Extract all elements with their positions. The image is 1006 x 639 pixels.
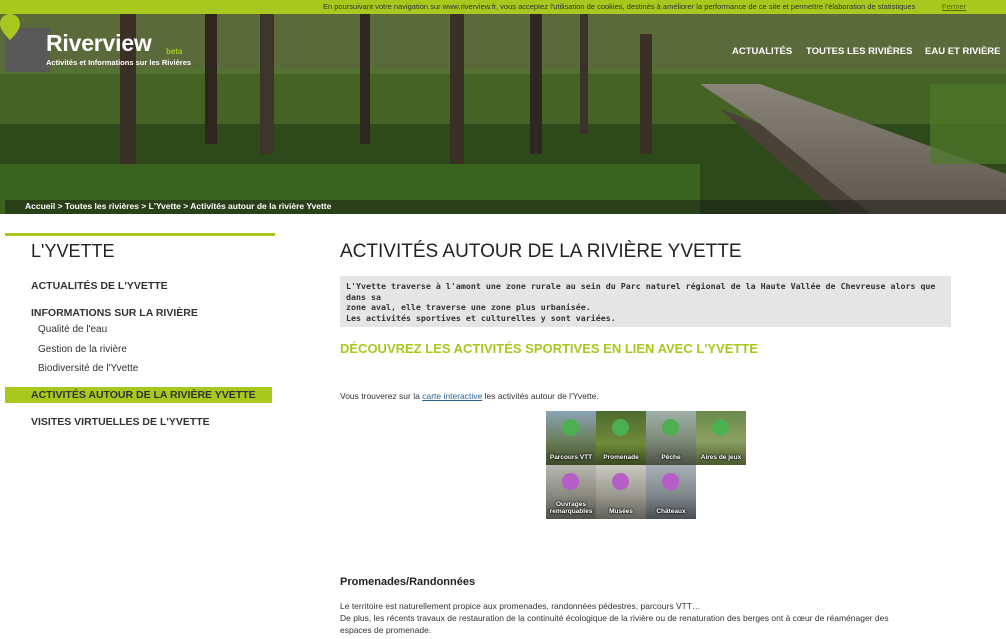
section-title: DÉCOUVREZ LES ACTIVITÉS SPORTIVES EN LIE… <box>340 341 758 356</box>
cookie-close-link[interactable]: Fermer <box>942 0 966 14</box>
paragraph-line-3: espaces de promenade. <box>340 625 432 635</box>
tile-label: Pêche <box>661 454 681 461</box>
tile-parcours-vtt[interactable]: Parcours VTT <box>546 411 596 465</box>
intro-line-3: Les activités sportives et culturelles y… <box>346 312 616 323</box>
fishing-hook-icon <box>662 419 679 436</box>
activity-tiles-grid: Parcours VTT Promenade Pêche Aires de je… <box>546 411 746 519</box>
sidebar-item-qualite-eau[interactable]: Qualité de l'eau <box>38 324 107 335</box>
sidebar-item-activites[interactable]: ACTIVITÉS AUTOUR DE LA RIVIÈRE YVETTE <box>31 389 256 401</box>
intro-line-2: zone aval, elle traverse une zone plus u… <box>346 302 591 312</box>
museum-icon <box>612 473 629 490</box>
basket-icon <box>612 419 629 436</box>
tile-label: Aires de jeux <box>700 454 742 461</box>
interactive-map-link[interactable]: carte interactive <box>422 391 482 401</box>
brand-name[interactable]: Riverview <box>46 30 152 57</box>
tile-peche[interactable]: Pêche <box>646 411 696 465</box>
nav-actualites[interactable]: ACTUALITÉS <box>732 46 792 57</box>
breadcrumb-text[interactable]: Accueil > Toutes les rivières > L'Yvette… <box>25 201 331 211</box>
page-title: ACTIVITÉS AUTOUR DE LA RIVIÈRE YVETTE <box>340 241 742 262</box>
tile-label: Ouvrages remarquables <box>549 501 593 515</box>
nav-toutes-les-rivieres[interactable]: TOUTES LES RIVIÈRES <box>806 46 912 57</box>
nav-eau-et-riviere[interactable]: EAU ET RIVIÈRE <box>925 46 1001 57</box>
tile-label: Châteaux <box>656 508 686 515</box>
tile-aires-de-jeux[interactable]: Aires de jeux <box>696 411 746 465</box>
map-pin-icon <box>0 14 20 40</box>
sidebar-item-visites-virtuelles[interactable]: VISITES VIRTUELLES DE L'YVETTE <box>31 416 210 428</box>
tile-label: Parcours VTT <box>549 454 593 461</box>
sidebar-item-gestion-riviere[interactable]: Gestion de la rivière <box>38 344 127 355</box>
tile-label: Musées <box>609 508 633 515</box>
tile-ouvrages-remarquables[interactable]: Ouvrages remarquables <box>546 465 596 519</box>
tile-promenade[interactable]: Promenade <box>596 411 646 465</box>
map-sentence: Vous trouverez sur la carte interactive … <box>340 391 599 401</box>
intro-line-1: L'Yvette traverse à l'amont une zone rur… <box>346 281 936 302</box>
bridge-icon <box>562 473 579 490</box>
hero-banner: Riverview beta Activités et Informations… <box>0 14 1006 214</box>
sidebar-item-informations[interactable]: INFORMATIONS SUR LA RIVIÈRE <box>31 307 198 319</box>
beta-badge: beta <box>166 47 183 56</box>
brand-tagline: Activités et Informations sur les Rivièr… <box>46 58 192 67</box>
breadcrumb: Accueil > Toutes les rivières > L'Yvette… <box>5 200 1006 214</box>
cookie-text: En poursuivant votre navigation sur www.… <box>323 2 916 11</box>
map-text-before: Vous trouverez sur la <box>340 391 420 401</box>
tile-musees[interactable]: Musées <box>596 465 646 519</box>
sidebar-item-actualites[interactable]: ACTUALITÉS DE L'YVETTE <box>31 280 168 292</box>
tile-label: Promenade <box>603 454 639 461</box>
map-text-after: les activités autour de l'Yvette. <box>484 391 599 401</box>
playground-icon <box>712 419 729 436</box>
tile-chateaux[interactable]: Châteaux <box>646 465 696 519</box>
intro-box: L'Yvette traverse à l'amont une zone rur… <box>340 276 951 327</box>
bicycle-icon <box>562 419 579 436</box>
sidebar-title: L'YVETTE <box>31 241 115 261</box>
sidebar-item-biodiversite[interactable]: Biodiversité de l'Yvette <box>38 363 138 374</box>
paragraph-line-1: Le territoire est naturellement propice … <box>340 601 701 611</box>
castle-icon <box>662 473 679 490</box>
sidebar-accent-line <box>5 233 275 236</box>
paragraph-line-2: De plus, les récents travaux de restaura… <box>340 613 889 623</box>
cookie-banner: En poursuivant votre navigation sur www.… <box>0 0 1006 14</box>
subheading-promenades: Promenades/Randonnées <box>340 576 476 588</box>
